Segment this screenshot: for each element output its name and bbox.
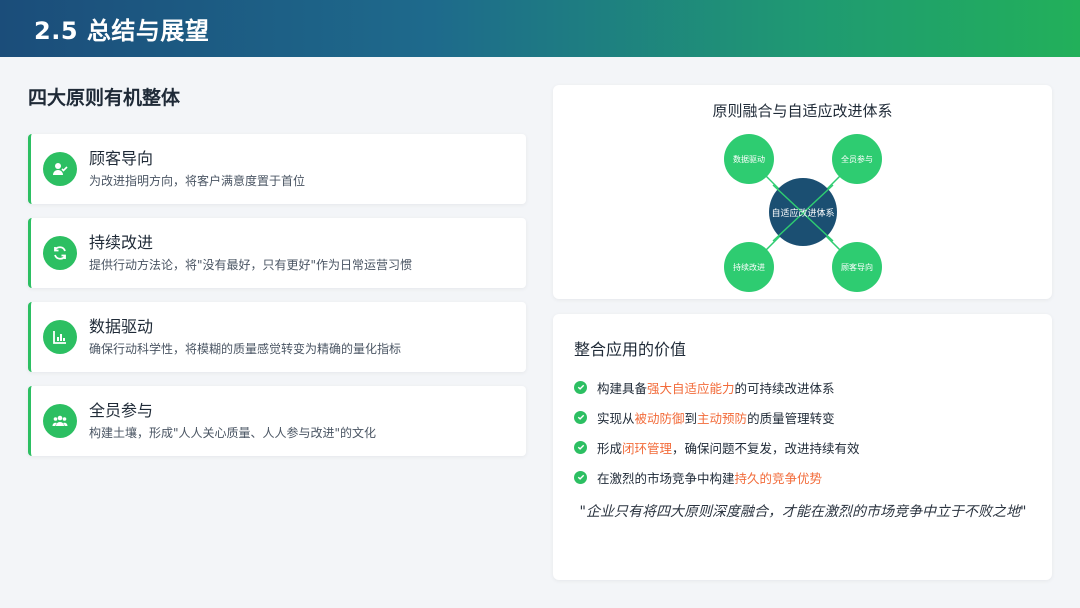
value-highlight: 持久的竞争优势 — [734, 470, 823, 486]
card-title: 持续改进 — [89, 233, 154, 252]
node-label: 数据驱动 — [733, 154, 765, 164]
principle-card-participation: 全员参与 构建土壤，形成"人人关心质量、人人参与改进"的文化 — [28, 386, 526, 456]
value-item: 实现从 被动防御到主动预防 的质量管理转变 — [574, 402, 1034, 432]
card-desc: 确保行动科学性，将模糊的质量感觉转变为精确的量化指标 — [89, 342, 402, 356]
value-highlight: 强大自适应能力 — [647, 380, 735, 396]
header-bar: 2.5 总结与展望 — [0, 0, 1080, 57]
card-title: 顾客导向 — [89, 149, 154, 168]
check-icon — [574, 440, 587, 454]
value-text: 构建具备 — [597, 380, 648, 396]
diagram-title: 原则融合与自适应改进体系 — [712, 102, 893, 120]
value-text: 的可持续改进体系 — [734, 380, 835, 396]
value-text: 形成 — [597, 440, 623, 456]
refresh-icon — [43, 236, 77, 270]
value-panel: 整合应用的价值 构建具备 强大自适应能力 的可持续改进体系 实现从 被动防御到主动预防… — [553, 314, 1052, 580]
check-icon — [574, 410, 587, 424]
value-text: 实现从 — [597, 410, 635, 426]
value-highlight: 主动预防 — [697, 410, 748, 426]
principles-section: 四大原则有机整体 顾客导向 为改进指明方向，将客户满意度置于首位 持续改进 提供… — [28, 82, 528, 470]
card-desc: 构建土壤，形成"人人关心质量、人人参与改进"的文化 — [89, 426, 377, 440]
value-highlight: 闭环管理 — [622, 440, 673, 456]
card-title: 数据驱动 — [89, 317, 154, 336]
card-desc: 为改进指明方向，将客户满意度置于首位 — [89, 174, 306, 188]
principle-card-customer: 顾客导向 为改进指明方向，将客户满意度置于首位 — [28, 134, 526, 204]
value-text: ，确保问题不复发，改进持续有效 — [672, 440, 860, 456]
principle-card-improvement: 持续改进 提供行动方法论，将"没有最好，只有更好"作为日常运营习惯 — [28, 218, 526, 288]
user-check-icon — [43, 152, 77, 186]
node-label: 持续改进 — [733, 262, 765, 272]
card-title: 全员参与 — [89, 401, 154, 420]
chart-icon — [43, 320, 77, 354]
node-label: 顾客导向 — [841, 262, 873, 272]
value-item: 形成 闭环管理 ，确保问题不复发，改进持续有效 — [574, 432, 1034, 462]
card-desc: 提供行动方法论，将"没有最好，只有更好"作为日常运营习惯 — [89, 258, 413, 272]
value-list: 构建具备 强大自适应能力 的可持续改进体系 实现从 被动防御到主动预防 的质量管理转变 … — [574, 372, 1034, 492]
value-title: 整合应用的价值 — [574, 340, 687, 359]
value-text: 在激烈的市场竞争中构建 — [597, 470, 735, 486]
closing-quote: "企业只有将四大原则深度融合，才能在激烈的市场竞争中立于不败之地" — [579, 504, 1027, 520]
check-icon — [574, 470, 587, 484]
check-icon — [574, 380, 587, 394]
integration-diagram-panel: 自适应改进体系 数据驱动 全员参与 持续改进 顾客导向 原则融合与自适应改进体系 — [553, 85, 1052, 299]
value-item: 构建具备 强大自适应能力 的可持续改进体系 — [574, 372, 1034, 402]
value-text: 到 — [684, 410, 698, 426]
users-icon — [43, 404, 77, 438]
principle-card-data: 数据驱动 确保行动科学性，将模糊的质量感觉转变为精确的量化指标 — [28, 302, 526, 372]
section-title: 四大原则有机整体 — [28, 87, 181, 109]
node-label: 全员参与 — [841, 154, 873, 164]
value-highlight: 被动防御 — [634, 410, 685, 426]
value-item: 在激烈的市场竞争中构建 持久的竞争优势 — [574, 462, 1034, 492]
value-text: 的质量管理转变 — [747, 410, 835, 426]
center-node-label: 自适应改进体系 — [771, 207, 834, 219]
page-title: 2.5 总结与展望 — [34, 17, 210, 45]
